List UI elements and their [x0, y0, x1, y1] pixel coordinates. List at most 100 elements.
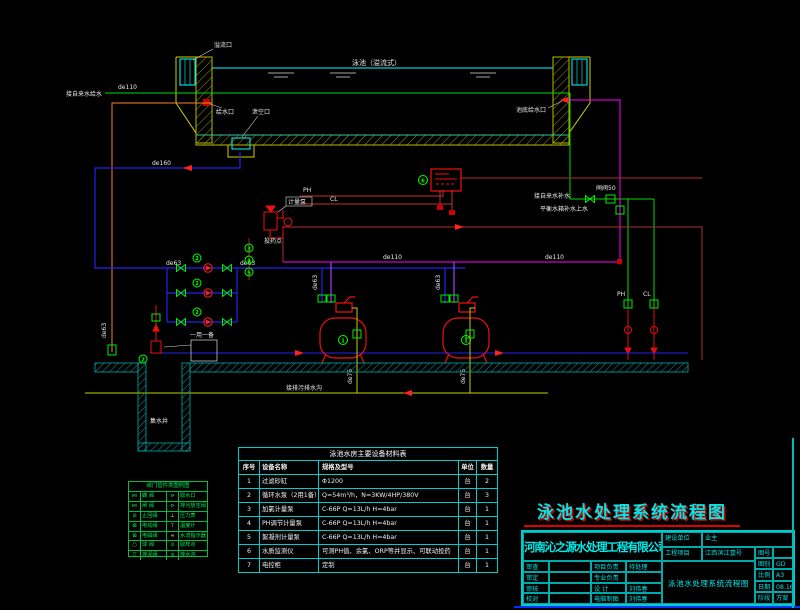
- check-valve-icon: ⊘: [129, 512, 141, 521]
- legend-title: 阀门管件类图例图: [129, 482, 207, 492]
- de63-feed: de63: [101, 323, 108, 338]
- sign-label: 设 计: [591, 583, 626, 594]
- legend-row: ⊠电动阀 ⊤温度计: [129, 522, 207, 532]
- table-row: 6水质监测仪 可测PH值、余氯、ORP等并显示、可联动投药台 1: [239, 545, 497, 559]
- sign-label: 电脑制图: [591, 593, 626, 604]
- sheet-no-label: 图号: [755, 547, 773, 558]
- collection-pit: 集水井 2 一用一备: [138, 305, 217, 451]
- circulation-pumps: 2 2 2 de63 de63: [166, 254, 255, 326]
- ph-label: PH: [303, 187, 311, 194]
- table-row: 1过滤砂缸 Φ1200台 2: [239, 475, 497, 489]
- date-label: 日期: [755, 581, 773, 592]
- pipe-sample: PH CL: [283, 178, 702, 360]
- sign-value: 刘伟春: [626, 583, 662, 594]
- sign-label: 项目负责: [591, 561, 626, 572]
- valve50-label: 闸阀50: [596, 184, 616, 192]
- water-ripples: [268, 73, 496, 77]
- de160-label: de160: [152, 160, 171, 167]
- gate-valve-icon: ⋈: [129, 502, 141, 511]
- title-block: 河南沁之源水处理工程有限公司 建设单位 业主 工程项目 江西滨江壹号 图号 图别…: [521, 530, 795, 606]
- dosing-point-label: 投药点: [264, 237, 282, 245]
- pipe-suction: de160 de110: [95, 152, 688, 356]
- frame-bottom-line: [514, 606, 800, 608]
- legend-row: ⋈蝶 阀 ⊳取水口: [129, 492, 207, 502]
- pipe-return: de110: [283, 100, 624, 264]
- pressure-gauge-icon: ⊥: [167, 512, 179, 521]
- table-row: 2循环水泵（2用1备） Q=54m³/h，N=3KW/4HP/380V台 3: [239, 489, 497, 503]
- makeup2-label: 平衡水箱补水上水: [540, 205, 588, 213]
- makeup1-label: 接自来水补水: [534, 192, 570, 200]
- svg-text:1: 1: [464, 339, 468, 345]
- frame-right-line: [792, 438, 794, 608]
- table-row: 4PH调节计量泵 C-66P Q=13L/h H=4bar台 1: [239, 517, 497, 531]
- stage-label: 阶段: [755, 592, 773, 604]
- table-row: 3加氯计量泵 C-66P Q=13L/h H=4bar台 1: [239, 503, 497, 517]
- blowdown-valve-icon: ⊳: [167, 502, 179, 511]
- legend-table: 阀门管件类图例图 ⋈蝶 阀 ⊳取水口 ⋈闸 阀 ⊳排污放空阀 ⊘止回阀 ⊥压力表…: [128, 481, 208, 557]
- sign-label: 校对: [523, 593, 549, 604]
- drawing-title: 泳池水处理系统流程图: [662, 561, 755, 604]
- svg-text:1: 1: [341, 339, 345, 345]
- category-value: GD: [773, 558, 793, 569]
- cl-label: CL: [330, 196, 338, 203]
- legend-row: ⋈闸 阀 ⊳排污放空阀: [129, 502, 207, 512]
- scale-label: 比例: [755, 569, 773, 580]
- flow-arrow: [183, 165, 192, 171]
- equipment-table-title: 泳池水房主要设备材料表: [239, 448, 497, 461]
- table-row: 7电控柜 定制台 1: [239, 559, 497, 572]
- svg-text:2: 2: [195, 281, 199, 287]
- svg-text:3: 3: [247, 247, 251, 253]
- pit-label: 集水井: [150, 417, 168, 425]
- de110-return: de110: [545, 254, 564, 261]
- sampling-point-icon: ⊙: [167, 541, 179, 550]
- svg-text:2: 2: [195, 310, 199, 316]
- right-overflow-grate: [572, 59, 587, 85]
- inlet-label: 给水口: [216, 108, 234, 116]
- de110-main: de110: [383, 254, 402, 261]
- thermometer-icon: ⊤: [167, 522, 179, 531]
- ditch-label: 接排污排水沟: [286, 384, 322, 392]
- sign-label: 审定: [523, 572, 549, 583]
- flow-arrow: [403, 390, 412, 396]
- legend-row: ○球 阀 ⊙取样点: [129, 541, 207, 551]
- duty-note-box: [191, 340, 217, 361]
- svg-text:2: 2: [141, 358, 145, 364]
- de63-f2: de63: [435, 275, 442, 290]
- meter-pump-label: 计量泵: [288, 198, 306, 206]
- owner-value: 业主: [702, 532, 793, 547]
- legend-row: ⊠电磁阀 ≈水流指示器: [129, 532, 207, 542]
- sheet-no-value: [773, 547, 793, 558]
- sign-value: 刘伟春: [626, 593, 662, 604]
- drawing-stamp-title: 泳池水处理系统流程图: [524, 498, 740, 527]
- left-overflow-grate: [180, 59, 195, 85]
- equipment-table-header: 序号设备名称 规格及型号单位 数量: [239, 461, 497, 475]
- multiport-valve: [336, 303, 352, 312]
- pool-section: 泳池（溢流式） 溢流口 给水口 泄空口 池底给水口: [176, 41, 590, 157]
- svg-text:2: 2: [195, 256, 199, 262]
- pool-label: 泳池（溢流式）: [352, 58, 401, 67]
- cl2-label: CL: [643, 291, 651, 298]
- tap-label: 接自来水给水: [66, 90, 102, 98]
- ph2-label: PH: [617, 291, 625, 298]
- legend-row: ⊘止回阀 ⊥压力表: [129, 512, 207, 522]
- sign-label: 审核: [523, 583, 549, 594]
- pool-floor: [196, 135, 569, 145]
- drain-label: 泄空口: [252, 108, 270, 116]
- bottom-inlet-label: 池底给水口: [516, 106, 546, 114]
- sign-value: [549, 593, 591, 604]
- stage-value: 方案: [773, 592, 793, 604]
- de63-f1: de63: [312, 275, 319, 290]
- ball-valve-icon: ○: [129, 541, 141, 550]
- svg-text:4: 4: [247, 259, 251, 265]
- date-value: 08.16: [773, 581, 793, 592]
- legend-row: ▽排泥阀 ≡排水沟: [129, 551, 207, 560]
- table-row: 5絮凝剂计量泵 C-66P Q=13L/h H=4bar台 1: [239, 531, 497, 545]
- sign-value: [549, 561, 591, 572]
- submersible-pump: [151, 341, 161, 353]
- sign-value: [626, 572, 662, 583]
- chemical-injectors: [625, 308, 658, 360]
- drain-ditch-icon: ≡: [167, 551, 179, 560]
- equipment-table: 泳池水房主要设备材料表 序号设备名称 规格及型号单位 数量 1过滤砂缸 Φ120…: [238, 447, 498, 573]
- svg-text:6: 6: [421, 179, 425, 185]
- sign-value: [549, 572, 591, 583]
